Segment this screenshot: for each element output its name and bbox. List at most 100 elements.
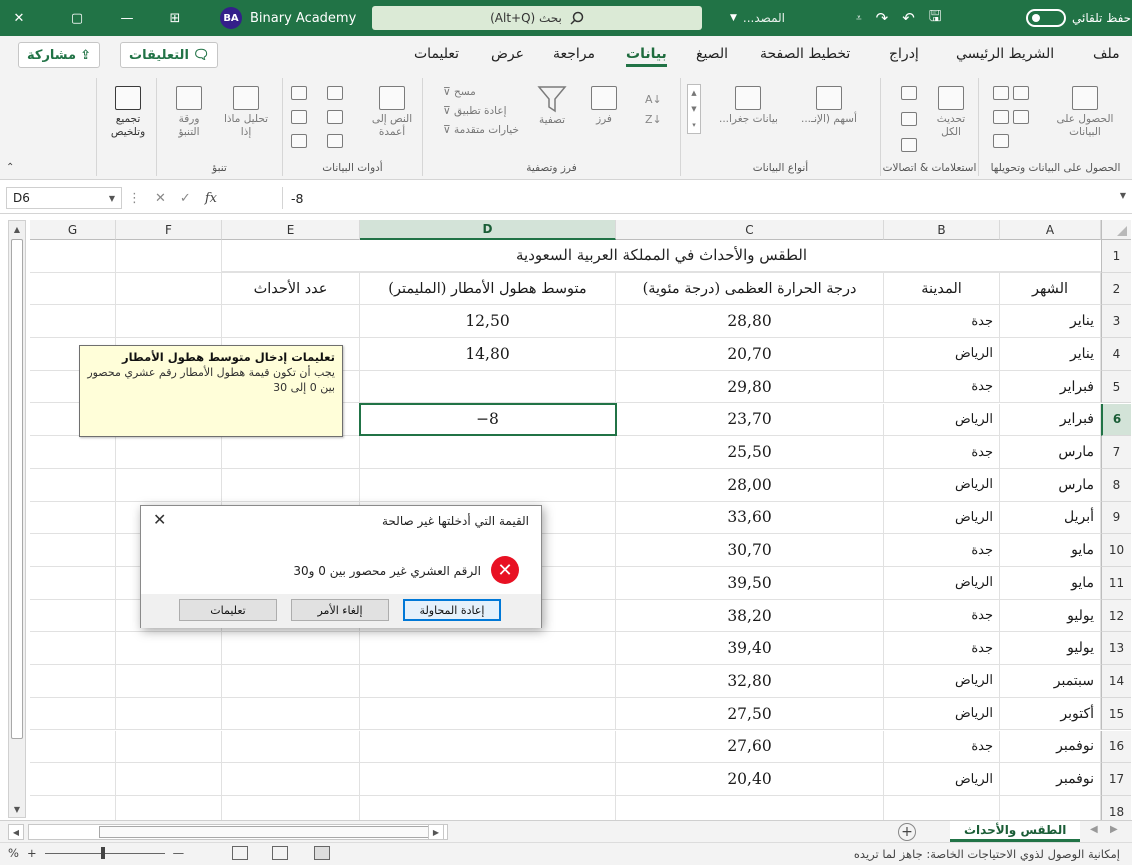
cell-g10[interactable] [30, 534, 116, 567]
cell-c2[interactable]: درجة الحرارة العظمى (درجة مئوية) [616, 272, 884, 306]
tab-prev-icon[interactable]: ◀ [1090, 824, 1098, 835]
cancel-entry-icon[interactable]: ✕ [155, 191, 166, 206]
cell-f8[interactable] [116, 468, 222, 502]
cell-a15[interactable]: أكتوبر [1000, 697, 1101, 731]
cell-c11[interactable]: 39,50 [616, 567, 884, 600]
cell-e2[interactable]: عدد الأحداث [222, 272, 360, 306]
row-header-10[interactable]: 10 [1101, 534, 1131, 567]
column-header-g[interactable]: G [30, 220, 116, 240]
clear-filter-button[interactable]: مسح ⊽ [443, 86, 476, 99]
collapse-ribbon-icon[interactable]: ⌃ [6, 162, 14, 173]
cell-b16[interactable]: جدة [884, 730, 1000, 764]
cell-a10[interactable]: مايو [1000, 534, 1101, 567]
cell-b12[interactable]: جدة [884, 599, 1000, 633]
column-header-c[interactable]: C [616, 220, 884, 240]
maximize-icon[interactable]: ▢ [62, 0, 92, 36]
cell-e13[interactable] [222, 632, 360, 666]
cell-b6[interactable]: الرياض [884, 403, 1000, 437]
autosave-toggle[interactable]: حفظ تلقائي [1026, 0, 1131, 36]
column-header-d[interactable]: D [360, 220, 616, 240]
row-header-11[interactable]: 11 [1101, 567, 1131, 600]
sort-ascending-descending-icons[interactable]: A↓ Z↓ [645, 90, 662, 130]
close-icon[interactable]: ✕ [153, 510, 166, 529]
close-window-icon[interactable]: ✕ [4, 0, 34, 36]
cell-c5[interactable]: 29,80 [616, 370, 884, 404]
cell-d3[interactable]: 12,50 [360, 305, 616, 339]
cell-a9[interactable]: أبريل [1000, 501, 1101, 535]
row-header-12[interactable]: 12 [1101, 599, 1131, 633]
help-button[interactable]: تعليمات [179, 599, 277, 621]
cell-b17[interactable]: الرياض [884, 763, 1000, 796]
sheet-tab-active[interactable]: الطقس والأحداث [950, 821, 1081, 842]
cell-c10[interactable]: 30,70 [616, 534, 884, 567]
cell-g11[interactable] [30, 567, 116, 600]
cell-a3[interactable]: يناير [1000, 305, 1101, 339]
cell-e3[interactable] [222, 305, 360, 339]
tab-file[interactable]: ملف [1093, 46, 1120, 62]
cell-d16[interactable] [360, 730, 616, 764]
cell-b13[interactable]: جدة [884, 632, 1000, 666]
scroll-right-icon[interactable]: ▶ [428, 824, 444, 840]
row-header-4[interactable]: 4 [1101, 338, 1131, 371]
cell-d7[interactable] [360, 436, 616, 469]
tab-page-layout[interactable]: تخطيط الصفحة [760, 46, 850, 62]
cell-a5[interactable]: فبراير [1000, 370, 1101, 404]
stocks-button[interactable]: أسهم (الإنـ... [801, 86, 857, 126]
cell-d2[interactable]: متوسط هطول الأمطار (المليمتر) [360, 272, 616, 306]
horizontal-scrollbar[interactable] [28, 824, 448, 840]
refresh-all-button[interactable]: تحديث الكل [931, 86, 971, 139]
cell-c3[interactable]: 28,80 [616, 305, 884, 339]
scroll-thumb[interactable] [11, 239, 23, 739]
cell-e16[interactable] [222, 730, 360, 764]
vertical-scrollbar[interactable]: ▲ ▼ [8, 220, 26, 818]
flash-fill-icon[interactable] [327, 86, 343, 100]
cell-a11[interactable]: مايو [1000, 567, 1101, 600]
cell-c17[interactable]: 20,40 [616, 763, 884, 796]
zoom-out-icon[interactable]: — [173, 846, 185, 860]
autosave-switch-icon[interactable] [1026, 9, 1066, 27]
row-header-1[interactable]: 1 [1101, 240, 1131, 273]
cell-d13[interactable] [360, 632, 616, 666]
cell-a14[interactable]: سبتمبر [1000, 665, 1101, 698]
cell-d17[interactable] [360, 763, 616, 796]
tab-review[interactable]: مراجعة [553, 46, 595, 62]
tab-insert[interactable]: إدراج [889, 46, 919, 62]
page-break-view-icon[interactable] [232, 846, 248, 860]
cell-g14[interactable] [30, 665, 116, 698]
data-validation-icon[interactable] [327, 134, 343, 148]
select-all-corner[interactable] [1101, 220, 1131, 240]
cell-g7[interactable] [30, 436, 116, 469]
cell-a2[interactable]: الشهر [1000, 272, 1101, 306]
cell-f3[interactable] [116, 305, 222, 339]
cell-c6[interactable]: 23,70 [616, 403, 884, 437]
cell-b2[interactable]: المدينة [884, 272, 1000, 306]
cell-a7[interactable]: مارس [1000, 436, 1101, 469]
relationships-icon[interactable] [291, 110, 307, 124]
cell-c4[interactable]: 20,70 [616, 338, 884, 371]
cell-g13[interactable] [30, 632, 116, 666]
search-box[interactable]: بحث (Alt+Q) [372, 6, 702, 30]
page-layout-view-icon[interactable] [272, 846, 288, 860]
column-header-f[interactable]: F [116, 220, 222, 240]
add-sheet-icon[interactable]: + [898, 823, 916, 841]
scroll-left-icon[interactable]: ◀ [8, 824, 24, 840]
sheet-title-cell[interactable]: الطقس والأحداث في المملكة العربية السعود… [222, 240, 1101, 272]
edit-links-icon[interactable] [901, 138, 917, 152]
tab-view[interactable]: عرض [491, 46, 524, 62]
data-model-icon[interactable] [291, 134, 307, 148]
text-to-columns-button[interactable]: النص إلى أعمدة [367, 86, 417, 139]
remove-duplicates-icon[interactable] [327, 110, 343, 124]
from-table-icon[interactable] [993, 110, 1009, 124]
redo-icon[interactable]: ↷ [876, 9, 889, 27]
cell-g8[interactable] [30, 468, 116, 502]
existing-connections-icon[interactable] [993, 134, 1009, 148]
consolidate-icon[interactable] [291, 86, 307, 100]
column-header-a[interactable]: A [1000, 220, 1101, 240]
avatar[interactable]: BA [220, 7, 242, 29]
cell-c12[interactable]: 38,20 [616, 599, 884, 633]
cell-g15[interactable] [30, 697, 116, 731]
column-header-b[interactable]: B [884, 220, 1000, 240]
cell-a16[interactable]: نوفمبر [1000, 730, 1101, 764]
row-header-6[interactable]: 6 [1101, 403, 1131, 437]
cell-c13[interactable]: 39,40 [616, 632, 884, 666]
